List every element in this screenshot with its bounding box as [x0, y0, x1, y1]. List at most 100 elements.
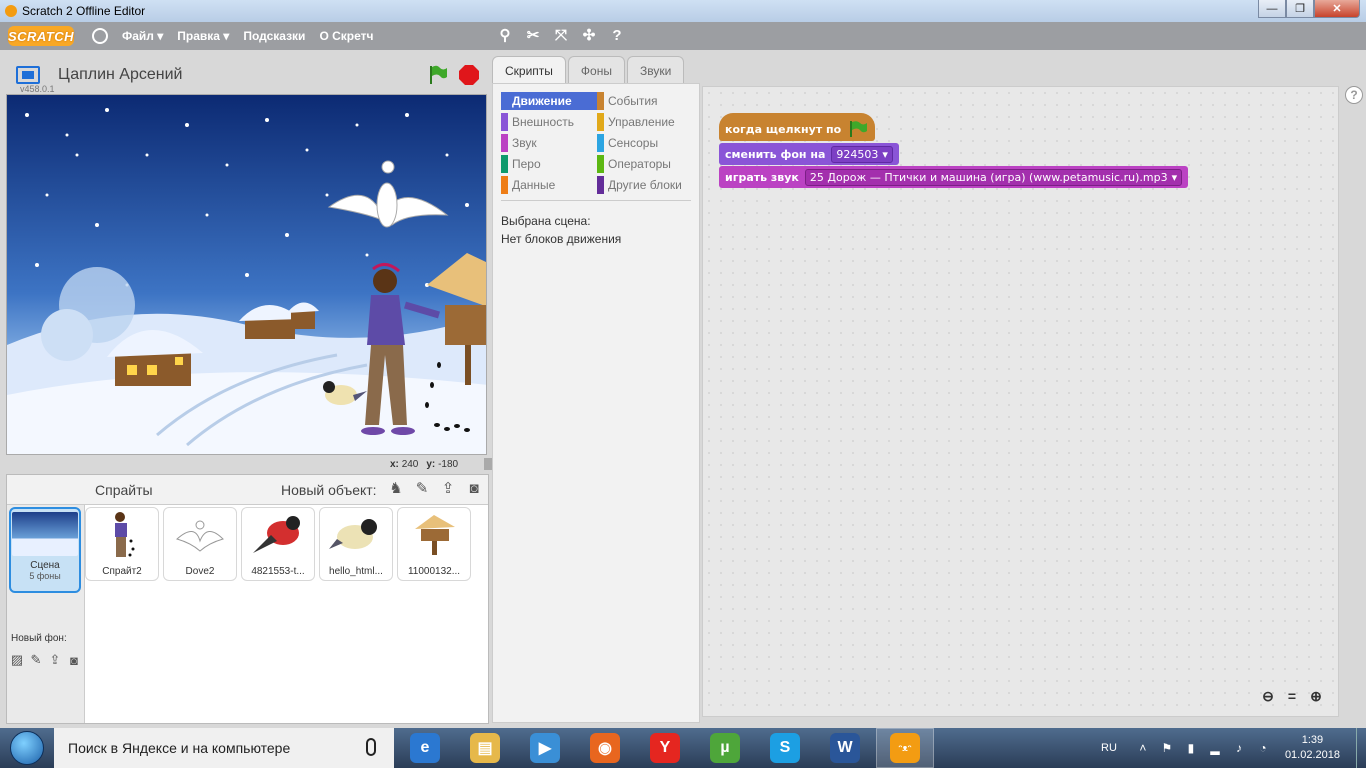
taskbar-app-word[interactable]: W [816, 728, 874, 768]
paint-sprite-icon[interactable]: ✎ [413, 479, 431, 497]
category-1[interactable]: События [597, 92, 693, 110]
category-swatch [597, 134, 604, 152]
menu-tips[interactable]: Подсказки [243, 29, 305, 43]
windows-logo-icon [10, 731, 44, 765]
duplicate-icon[interactable]: ⚲ [496, 26, 514, 44]
upload-sprite-icon[interactable]: ⇪ [439, 479, 457, 497]
clock[interactable]: 1:39 01.02.2018 [1285, 733, 1340, 763]
new-background-label: Новый фон: [11, 633, 67, 644]
minimize-button[interactable]: — [1258, 0, 1286, 18]
when-flag-clicked-block[interactable]: когда щелкнут по [719, 113, 876, 141]
backdrop-value: 924503 [836, 147, 879, 161]
taskbar-app-yandex[interactable]: Y [636, 728, 694, 768]
tab-backdrops[interactable]: Фоны [567, 56, 625, 84]
grow-icon[interactable]: ⤧ [552, 26, 570, 44]
search-placeholder: Поиск в Яндексе и на компьютере [68, 740, 291, 756]
chevron-up-icon[interactable]: ˄ [1135, 740, 1151, 756]
category-5[interactable]: Сенсоры [597, 134, 693, 152]
palette-message-line2: Нет блоков движения [501, 232, 622, 246]
sprite-card[interactable]: 11000132... [397, 507, 471, 581]
battery-icon[interactable]: ▮ [1183, 740, 1199, 756]
tab-scripts[interactable]: Скрипты [492, 56, 566, 84]
category-label: Внешность [512, 115, 574, 129]
taskbar-app-explorer[interactable]: ▤ [456, 728, 514, 768]
taskbar-app-utorrent[interactable]: µ [696, 728, 754, 768]
category-7[interactable]: Операторы [597, 155, 693, 173]
taskbar-app-firefox[interactable]: ◉ [576, 728, 634, 768]
sprite-card[interactable]: Спрайт2 [85, 507, 159, 581]
menu-file[interactable]: Файл ▾ [122, 29, 163, 43]
category-3[interactable]: Управление [597, 113, 693, 131]
taskbar-app-skype[interactable]: S [756, 728, 814, 768]
menu-edit[interactable]: Правка ▾ [177, 29, 229, 43]
camera-backdrop-icon[interactable]: ◙ [66, 651, 82, 669]
green-flag-icon [850, 121, 868, 137]
microphone-icon[interactable] [366, 738, 376, 756]
skype-icon: S [770, 733, 800, 763]
project-title[interactable]: Цаплин Арсений [58, 66, 182, 84]
editor-tabs: Скрипты Фоны Звуки [492, 56, 686, 84]
scratch-app-icon [5, 5, 17, 17]
scripts-area[interactable]: когда щелкнут по сменить фон на 924503 ▾ … [702, 86, 1339, 717]
network-icon[interactable]: ◔ [1255, 740, 1271, 756]
play-sound-block[interactable]: играть звук 25 Дорож — Птички и машина (… [719, 166, 1189, 188]
fullscreen-icon[interactable] [16, 66, 40, 84]
camera-icon[interactable]: ◙ [465, 479, 483, 497]
sprite-card[interactable]: hello_html... [319, 507, 393, 581]
sound-dropdown[interactable]: 25 Дорож — Птички и машина (игра) (www.p… [804, 168, 1183, 186]
help-icon[interactable]: ? [1345, 86, 1363, 104]
category-swatch [597, 113, 604, 131]
maximize-button[interactable]: ❐ [1286, 0, 1314, 18]
show-desktop-button[interactable] [1356, 728, 1366, 768]
taskbar-search[interactable]: Поиск в Яндексе и на компьютере [54, 728, 394, 768]
category-8[interactable]: Данные [501, 176, 597, 194]
start-button[interactable] [0, 728, 54, 768]
choose-sprite-library-icon[interactable]: ♞ [387, 479, 405, 497]
category-0[interactable]: Движение [501, 92, 597, 110]
sprite-card[interactable]: 4821553-t... [241, 507, 315, 581]
stage-canvas[interactable] [6, 94, 487, 455]
dropdown-arrow-icon: ▾ [882, 147, 888, 161]
category-swatch [501, 92, 508, 110]
stage-tile[interactable]: Сцена 5 фоны [9, 507, 81, 593]
x-label: x: [390, 459, 399, 470]
paint-backdrop-icon[interactable]: ✎ [28, 651, 44, 669]
sprite-name: hello_html... [329, 566, 383, 577]
language-globe-icon[interactable] [92, 28, 108, 44]
category-4[interactable]: Звук [501, 134, 597, 152]
close-button[interactable]: ✕ [1314, 0, 1360, 18]
backdrop-dropdown[interactable]: 924503 ▾ [831, 145, 893, 163]
scratch-logo[interactable]: SCRATCH [8, 26, 74, 46]
taskbar-app-scratch[interactable]: ᵔᴥᵔ [876, 728, 934, 768]
dropdown-arrow-icon: ▾ [1171, 170, 1178, 184]
flag-tray-icon[interactable]: ⚑ [1159, 740, 1175, 756]
mouse-coordinates: x: 240 y: -180 [390, 459, 458, 470]
taskbar-app-ie[interactable]: e [396, 728, 454, 768]
help-icon[interactable]: ? [608, 26, 626, 44]
taskbar-app-media[interactable]: ▶ [516, 728, 574, 768]
zoom-reset-icon[interactable]: = [1281, 686, 1303, 706]
language-indicator[interactable]: RU [1101, 742, 1117, 754]
category-2[interactable]: Внешность [501, 113, 597, 131]
stop-icon[interactable] [458, 64, 480, 86]
signal-icon[interactable]: ▂ [1207, 740, 1223, 756]
volume-icon[interactable]: ♪ [1231, 740, 1247, 756]
delete-icon[interactable]: ✂ [524, 26, 542, 44]
zoom-out-icon[interactable]: ⊖ [1257, 686, 1279, 706]
category-9[interactable]: Другие блоки [597, 176, 693, 194]
y-value: -180 [438, 459, 459, 470]
y-label: y: [426, 459, 436, 470]
backdrop-library-icon[interactable]: ▨ [9, 651, 25, 669]
zoom-in-icon[interactable]: ⊕ [1305, 686, 1327, 706]
collapse-stage-handle[interactable] [484, 458, 492, 470]
green-flag-icon[interactable] [426, 64, 448, 86]
titmouse-icon [326, 510, 386, 560]
menu-about[interactable]: О Скретч [319, 29, 373, 43]
tab-sounds[interactable]: Звуки [626, 56, 685, 84]
sprite-card[interactable]: Dove2 [163, 507, 237, 581]
shrink-icon[interactable]: ✣ [580, 26, 598, 44]
upload-backdrop-icon[interactable]: ⇪ [47, 651, 63, 669]
category-6[interactable]: Перо [501, 155, 597, 173]
switch-backdrop-block[interactable]: сменить фон на 924503 ▾ [719, 143, 899, 165]
switch-backdrop-label: сменить фон на [725, 147, 826, 161]
